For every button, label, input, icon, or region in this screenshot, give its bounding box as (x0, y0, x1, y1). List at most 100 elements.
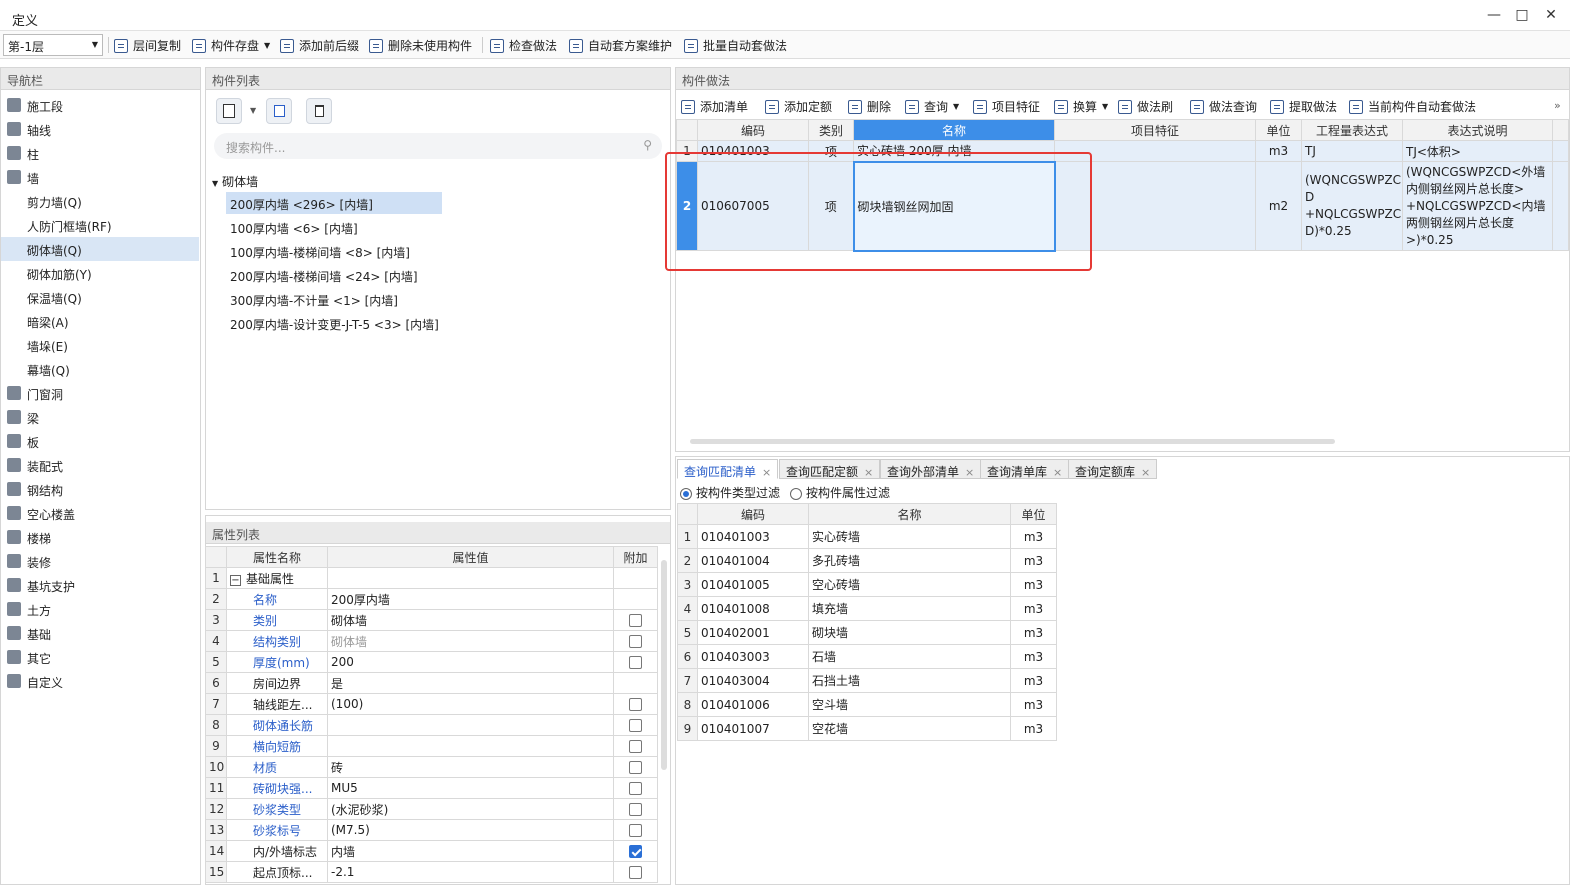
query-unit[interactable]: m3 (1010, 596, 1057, 621)
table-row[interactable]: 4 010401008 填充墙 m3 (677, 596, 1057, 621)
method-query-button[interactable]: 做法查询 (1190, 98, 1257, 115)
tab-match-bill[interactable]: 查询匹配清单 × (677, 459, 779, 479)
copy-floor-button[interactable]: 层间复制 (114, 37, 181, 54)
table-row[interactable]: 7 轴线距左... (100) (205, 693, 658, 715)
prop-value[interactable]: 砖 (327, 756, 614, 778)
floor-select[interactable]: 第-1层 ▼ (3, 34, 103, 56)
prop-value[interactable]: 是 (327, 672, 614, 694)
nav-item[interactable]: 墙 (1, 165, 199, 189)
query-unit[interactable]: m3 (1010, 692, 1057, 717)
table-row[interactable]: 12 砂浆类型 (水泥砂浆) (205, 798, 658, 820)
close-icon[interactable]: ✕ (1537, 7, 1565, 25)
query-name[interactable]: 砌块墙 (808, 620, 1011, 645)
table-row[interactable]: 9 横向短筋 (205, 735, 658, 757)
query-unit[interactable]: m3 (1010, 548, 1057, 573)
table-row[interactable]: 11 砖砌块强... MU5 (205, 777, 658, 799)
checkbox[interactable] (629, 866, 642, 879)
nav-item[interactable]: 基坑支护 (1, 573, 199, 597)
table-row[interactable]: 6 房间边界 是 (205, 672, 658, 694)
tab-quota-library[interactable]: 查询定额库 × (1068, 459, 1158, 479)
nav-item[interactable]: 幕墙(Q) (1, 357, 199, 381)
method-expr[interactable]: TJ (1301, 140, 1403, 162)
nav-item[interactable]: 施工段 (1, 93, 199, 117)
checkbox[interactable] (629, 740, 642, 753)
properties-scrollbar[interactable] (661, 560, 667, 770)
nav-item[interactable]: 砌体加筋(Y) (1, 261, 199, 285)
nav-item[interactable]: 梁 (1, 405, 199, 429)
minimize-icon[interactable]: — (1480, 7, 1508, 25)
query-name[interactable]: 实心砖墙 (808, 524, 1011, 549)
nav-item[interactable]: 空心楼盖 (1, 501, 199, 525)
nav-item[interactable]: 暗梁(A) (1, 309, 199, 333)
query-name[interactable]: 空花墙 (808, 716, 1011, 741)
nav-item[interactable]: 装修 (1, 549, 199, 573)
list-item[interactable]: 200厚内墙-设计变更-J-T-5 <3> [内墙] (226, 312, 443, 334)
close-icon[interactable]: × (965, 466, 974, 479)
query-code[interactable]: 010401005 (697, 572, 809, 597)
query-code[interactable]: 010401003 (697, 524, 809, 549)
table-row[interactable]: 5 010402001 砌块墙 m3 (677, 620, 1057, 645)
query-name[interactable]: 填充墙 (808, 596, 1011, 621)
table-row[interactable]: 15 起点顶标... -2.1 (205, 861, 658, 883)
search-input[interactable]: 搜索构件... ⚲ (214, 133, 662, 159)
query-name[interactable]: 空心砖墙 (808, 572, 1011, 597)
convert-button[interactable]: 换算 ▼ (1054, 98, 1108, 115)
nav-item[interactable]: 钢结构 (1, 477, 199, 501)
prop-value[interactable]: -2.1 (327, 861, 614, 883)
list-item[interactable]: 100厚内墙 <6> [内墙] (226, 216, 362, 238)
delete-unused-button[interactable]: 删除未使用构件 (369, 37, 472, 54)
checkbox[interactable] (629, 782, 642, 795)
nav-item[interactable]: 门窗洞 (1, 381, 199, 405)
table-row[interactable]: 3 010401005 空心砖墙 m3 (677, 572, 1057, 597)
nav-item[interactable]: 砌体墙(Q) (1, 237, 199, 261)
method-desc[interactable]: (WQNCGSWPZCD<外墙 内侧钢丝网片总长度> +NQLCGSWPZCD<内墙… (1402, 161, 1553, 251)
checkbox[interactable] (629, 803, 642, 816)
table-row[interactable]: 8 010401006 空斗墙 m3 (677, 692, 1057, 717)
query-button[interactable]: 查询 ▼ (905, 98, 959, 115)
prop-value[interactable] (327, 567, 614, 589)
nav-item[interactable]: 楼梯 (1, 525, 199, 549)
nav-item[interactable]: 柱 (1, 141, 199, 165)
query-code[interactable]: 010403003 (697, 644, 809, 669)
query-code[interactable]: 010401006 (697, 692, 809, 717)
method-unit[interactable]: m3 (1255, 140, 1302, 162)
method-expr[interactable]: (WQNCGSWPZC D +NQLCGSWPZC D)*0.25 (1301, 161, 1403, 251)
nav-item[interactable]: 板 (1, 429, 199, 453)
new-component-button[interactable] (216, 98, 242, 124)
close-icon[interactable]: × (1053, 466, 1062, 479)
batch-auto-button[interactable]: 批量自动套做法 (684, 37, 787, 54)
query-name[interactable]: 石挡土墙 (808, 668, 1011, 693)
prop-value[interactable]: 砌体墙 (327, 609, 614, 631)
nav-item[interactable]: 基础 (1, 621, 199, 645)
delete-component-button[interactable] (306, 98, 332, 124)
method-desc[interactable]: TJ<体积> (1402, 140, 1553, 162)
tab-external-bill[interactable]: 查询外部清单 × (880, 459, 982, 479)
prop-value[interactable]: (100) (327, 693, 614, 715)
prop-value[interactable]: 内墙 (327, 840, 614, 862)
table-row[interactable]: 3 类别 砌体墙 (205, 609, 658, 631)
table-row[interactable]: 7 010403004 石挡土墙 m3 (677, 668, 1057, 693)
table-row[interactable]: 13 砂浆标号 (M7.5) (205, 819, 658, 841)
checkbox[interactable] (629, 761, 642, 774)
checkbox[interactable] (629, 614, 642, 627)
filter-attr-radio[interactable]: 按构件属性过滤 (790, 484, 890, 501)
close-icon[interactable]: × (864, 466, 873, 479)
nav-item[interactable]: 保温墙(Q) (1, 285, 199, 309)
tab-match-quota[interactable]: 查询匹配定额 × (779, 459, 881, 479)
table-row[interactable]: 8 砌体通长筋 (205, 714, 658, 736)
save-component-button[interactable]: 构件存盘 ▼ (192, 37, 270, 54)
table-row[interactable]: 2 010401004 多孔砖墙 m3 (677, 548, 1057, 573)
checkbox-checked[interactable] (629, 845, 642, 858)
prop-value[interactable]: (M7.5) (327, 819, 614, 841)
nav-item[interactable]: 其它 (1, 645, 199, 669)
table-row[interactable]: 1− 基础属性 (205, 567, 658, 589)
prop-value[interactable] (327, 735, 614, 757)
prop-value[interactable]: 200厚内墙 (327, 588, 614, 610)
nav-item[interactable]: 土方 (1, 597, 199, 621)
checkbox[interactable] (629, 656, 642, 669)
checkbox[interactable] (629, 719, 642, 732)
copy-component-button[interactable] (266, 98, 292, 124)
auto-scheme-button[interactable]: 自动套方案维护 (569, 37, 672, 54)
check-method-button[interactable]: 检查做法 (490, 37, 557, 54)
close-icon[interactable]: × (1141, 466, 1150, 479)
